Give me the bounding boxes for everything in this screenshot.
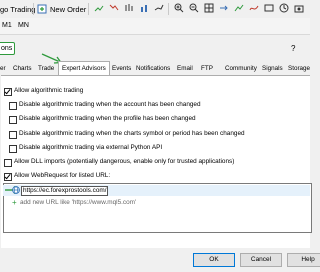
grid-icon[interactable] xyxy=(204,3,214,13)
allow-dll-imports-label: Allow DLL imports (potentially dangerous… xyxy=(14,158,235,165)
tab-trade[interactable]: Trade xyxy=(38,63,54,75)
main-toolbar: go Trading New Order xyxy=(0,0,310,19)
url-entry[interactable]: https://ec.forexprostools.com/ xyxy=(21,186,109,196)
help-question-button[interactable]: ? xyxy=(291,44,295,53)
disable-python-api-label: Disable algorithmic trading via external… xyxy=(19,144,163,151)
autoscroll-icon[interactable] xyxy=(219,3,229,13)
timeframe-m1[interactable]: M1 xyxy=(2,22,12,29)
zoom-in-icon[interactable] xyxy=(174,3,184,13)
disable-on-profile-change-checkbox[interactable] xyxy=(9,116,17,124)
line-chart-icon[interactable] xyxy=(154,3,164,13)
allow-webrequest-checkbox[interactable] xyxy=(4,173,12,181)
tab-server[interactable]: er xyxy=(0,63,6,75)
candles-icon[interactable] xyxy=(124,3,134,13)
add-url-placeholder[interactable]: add new URL like 'https://www.mql5.com' xyxy=(20,199,136,207)
disable-on-account-change-checkbox[interactable] xyxy=(9,102,17,110)
tab-events[interactable]: Events xyxy=(112,63,131,75)
new-order-label: New Order xyxy=(50,4,87,14)
add-url-icon: + xyxy=(12,198,17,207)
help-button[interactable]: Help xyxy=(287,253,320,267)
bar-chart-icon[interactable] xyxy=(139,3,149,13)
tab-expert-advisors[interactable]: Expert Advisors xyxy=(58,61,110,76)
allow-webrequest-label: Allow WebRequest for listed URL: xyxy=(14,172,111,179)
indicators-icon[interactable] xyxy=(249,3,259,13)
disable-on-account-change-label: Disable algorithmic trading when the acc… xyxy=(19,101,201,108)
allow-algo-trading-label: Allow algorithmic trading xyxy=(14,87,84,94)
timeframes-bar: M1 MN xyxy=(0,18,310,35)
tab-signals[interactable]: Signals xyxy=(262,63,283,75)
chart-up-icon[interactable] xyxy=(94,3,104,13)
tab-ftp[interactable]: FTP xyxy=(201,63,213,75)
chart-shift-icon[interactable] xyxy=(234,3,244,13)
timeframe-mn[interactable]: MN xyxy=(18,22,29,29)
toolbar-separator xyxy=(33,3,34,15)
zoom-out-icon[interactable] xyxy=(189,3,199,13)
tab-storage[interactable]: Storage xyxy=(288,63,310,75)
allow-dll-imports-checkbox[interactable] xyxy=(4,159,12,167)
tab-charts[interactable]: Charts xyxy=(13,63,32,75)
toolbar-separator xyxy=(88,3,89,15)
ok-button[interactable]: OK xyxy=(193,253,235,267)
toolbar-separator xyxy=(168,3,169,15)
cancel-button[interactable]: Cancel xyxy=(240,253,282,267)
tab-notifications[interactable]: Notifications xyxy=(136,63,170,75)
new-order-icon xyxy=(37,4,47,14)
tab-strip: er Charts Trade Expert Advisors Events N… xyxy=(0,61,310,76)
templates-icon[interactable] xyxy=(264,3,274,13)
periods-icon[interactable] xyxy=(279,3,289,13)
disable-on-profile-change-label: Disable algorithmic trading when the pro… xyxy=(19,115,196,122)
tab-email[interactable]: Email xyxy=(177,63,193,75)
tab-community[interactable]: Community xyxy=(225,63,257,75)
chart-down-icon[interactable] xyxy=(109,3,119,13)
algo-trading-button[interactable]: go Trading xyxy=(0,2,35,16)
disable-on-symbol-change-checkbox[interactable] xyxy=(9,131,17,139)
dialog-title: ons xyxy=(0,42,15,55)
globe-icon xyxy=(12,186,20,194)
disable-python-api-checkbox[interactable] xyxy=(9,145,17,153)
algo-trading-label: go Trading xyxy=(0,4,36,14)
screenshot-icon[interactable] xyxy=(294,3,304,13)
new-order-button[interactable]: New Order xyxy=(37,2,86,16)
allow-algo-trading-checkbox[interactable] xyxy=(4,88,12,96)
disable-on-symbol-change-label: Disable algorithmic trading when the cha… xyxy=(19,130,245,137)
